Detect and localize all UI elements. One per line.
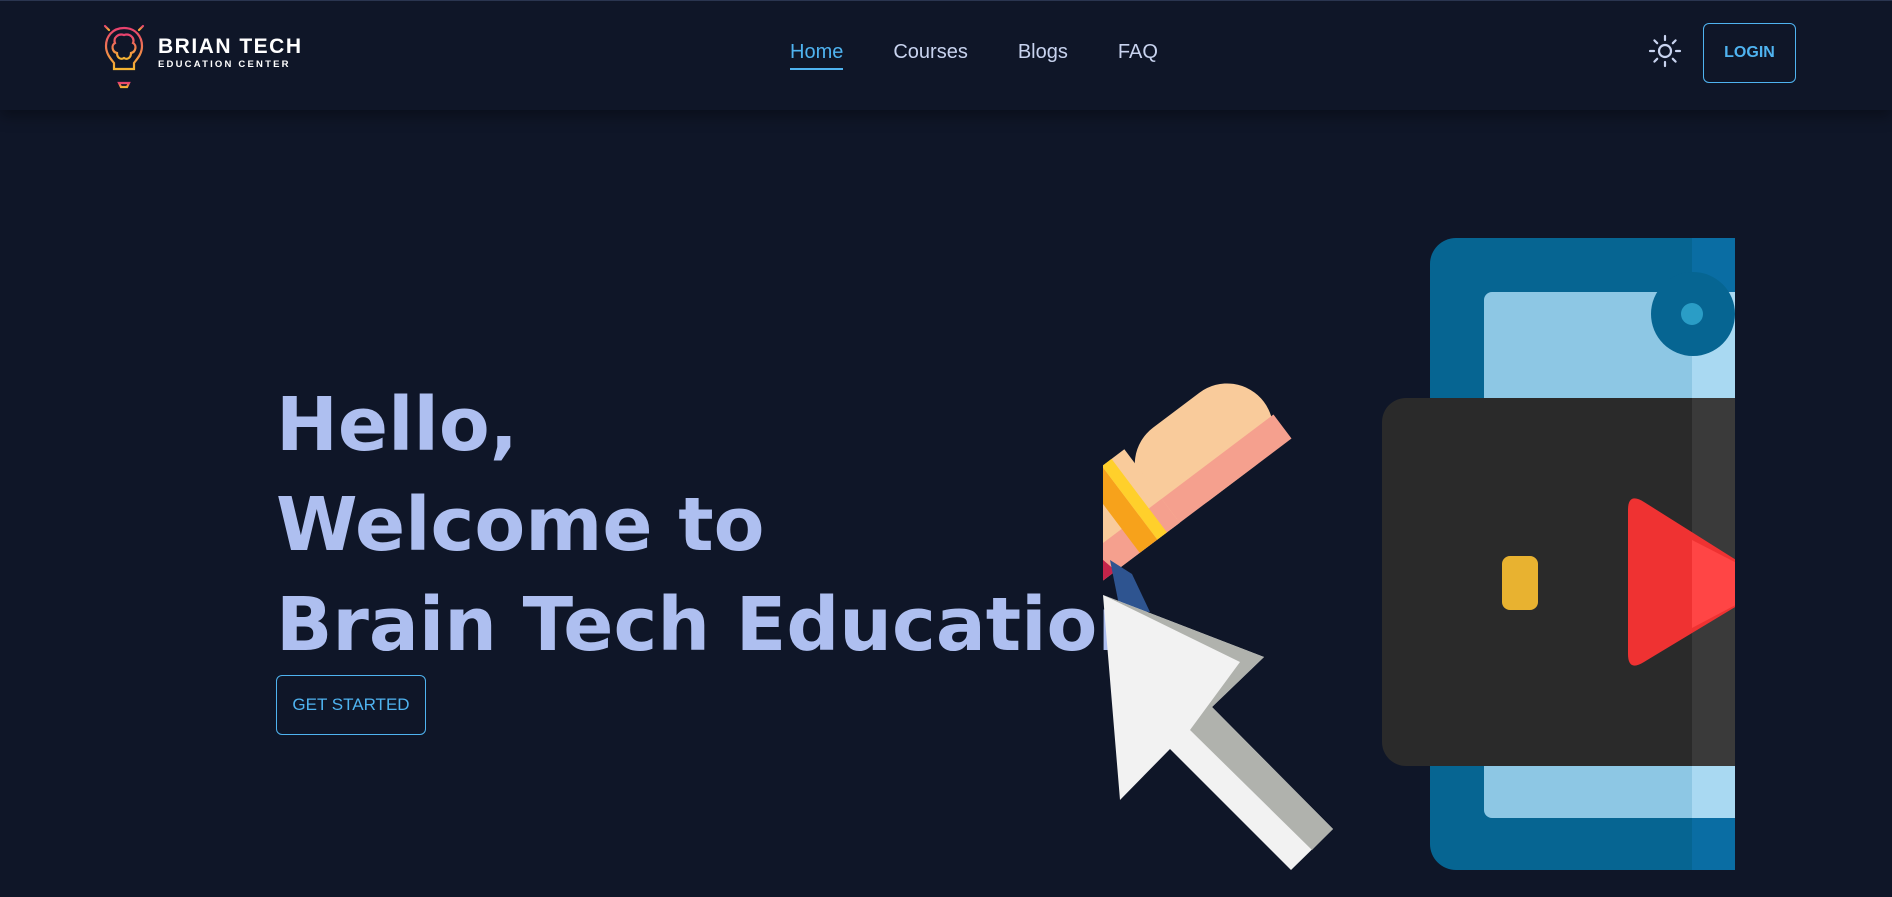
login-button[interactable]: LOGIN — [1703, 23, 1796, 83]
main-nav: Home Courses Blogs FAQ — [790, 41, 1158, 70]
nav-courses-link[interactable]: Courses — [893, 41, 967, 70]
get-started-button[interactable]: GET STARTED — [276, 675, 426, 735]
theme-toggle-button[interactable] — [1648, 34, 1682, 68]
hero-greeting: Hello, — [276, 382, 518, 468]
logo[interactable]: BRIAN TECH EDUCATION CENTER — [96, 17, 303, 89]
logo-subtitle: EDUCATION CENTER — [158, 59, 291, 71]
nav-blogs-link[interactable]: Blogs — [1018, 41, 1068, 70]
hero-brand: Brain Tech Education — [276, 582, 1151, 668]
hero-welcome: Welcome to — [276, 482, 765, 568]
logo-text: BRIAN TECH EDUCATION CENTER — [158, 36, 303, 70]
site-header: BRIAN TECH EDUCATION CENTER Home Courses… — [0, 0, 1892, 110]
online-course-illustration-icon — [1103, 238, 1735, 870]
sun-icon — [1648, 34, 1682, 68]
logo-title: BRIAN TECH — [158, 35, 303, 59]
nav-home-link[interactable]: Home — [790, 41, 844, 70]
lightbulb-brain-icon — [96, 17, 152, 89]
hero-heading: Hello, Welcome to Brain Tech Education — [276, 375, 1150, 675]
hero-illustration — [1103, 238, 1735, 872]
nav-faq-link[interactable]: FAQ — [1118, 41, 1158, 70]
